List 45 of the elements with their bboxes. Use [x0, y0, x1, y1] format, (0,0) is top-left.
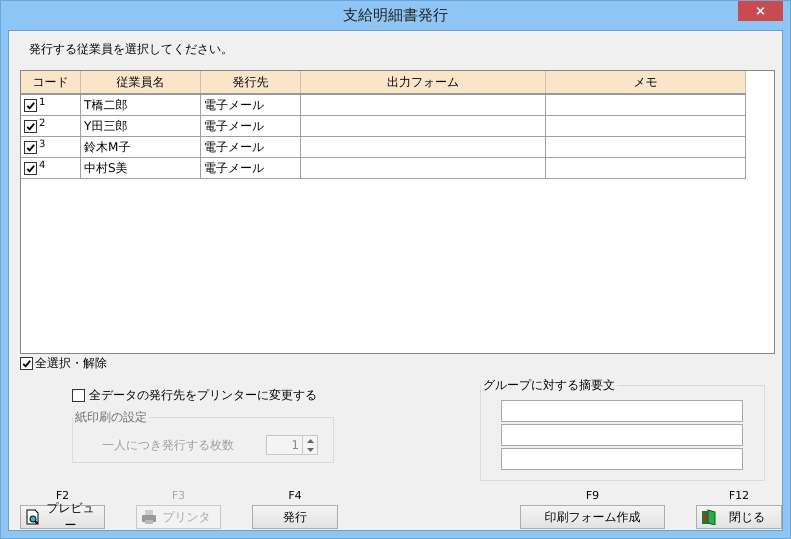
- table-cell: 電子メール: [201, 137, 301, 157]
- shortcut-key-label: F9: [586, 489, 600, 503]
- checkbox-label[interactable]: 全選択・解除: [35, 354, 107, 372]
- table-cell: 鈴木M子: [81, 137, 201, 157]
- window-title: 支給明細書発行: [343, 6, 448, 25]
- column-header: コード: [21, 71, 81, 93]
- action-button[interactable]: 印刷フォーム作成: [520, 505, 665, 529]
- table-cell: 電子メール: [201, 116, 301, 136]
- code-text: 3: [39, 139, 46, 150]
- checkbox[interactable]: [24, 120, 37, 132]
- shortcut-key-label: F4: [288, 489, 302, 503]
- summary-field[interactable]: [501, 448, 743, 470]
- close-button[interactable]: ×: [738, 1, 783, 21]
- action-button[interactable]: 発行: [252, 505, 338, 529]
- column-header: 出力フォーム: [301, 71, 546, 93]
- column-header: メモ: [546, 71, 746, 93]
- summary-field[interactable]: [501, 424, 743, 446]
- column-header: 発行先: [201, 71, 301, 93]
- group-title: 紙印刷の設定: [74, 409, 148, 426]
- shortcut-key-label: F2: [56, 489, 70, 502]
- table-cell: 電子メール: [201, 95, 301, 115]
- checkbox[interactable]: [24, 162, 37, 174]
- table-cell: T橋二郎: [81, 95, 201, 115]
- checkbox[interactable]: [72, 388, 85, 402]
- code-text: 4: [39, 160, 46, 171]
- instruction-text: 発行する従業員を選択してください。: [29, 41, 234, 55]
- summary-field[interactable]: [501, 400, 743, 422]
- table-cell: 中村S美: [81, 158, 201, 178]
- checkbox[interactable]: [24, 98, 37, 112]
- code-text: 2: [39, 118, 46, 129]
- code-text: 1: [39, 97, 46, 108]
- group-title: グループに対する摘要文: [482, 377, 616, 394]
- shortcut-key-label: F12: [728, 489, 750, 503]
- shortcut-key-label: F3: [172, 489, 186, 503]
- column-header: 従業員名: [81, 71, 201, 93]
- checkbox-label[interactable]: 全データの発行先をプリンターに変更する: [89, 386, 317, 404]
- printer-icon: [141, 509, 157, 525]
- copies-label: 一人につき発行する枚数: [102, 436, 234, 454]
- checkbox[interactable]: [20, 356, 33, 370]
- door-icon: [701, 509, 717, 525]
- table-cell: 電子メール: [201, 158, 301, 178]
- checkbox[interactable]: [24, 140, 37, 154]
- action-button[interactable]: 閉じる: [696, 505, 782, 529]
- magnifier-page-icon: [25, 509, 41, 525]
- table-cell: Y田三郎: [81, 116, 201, 136]
